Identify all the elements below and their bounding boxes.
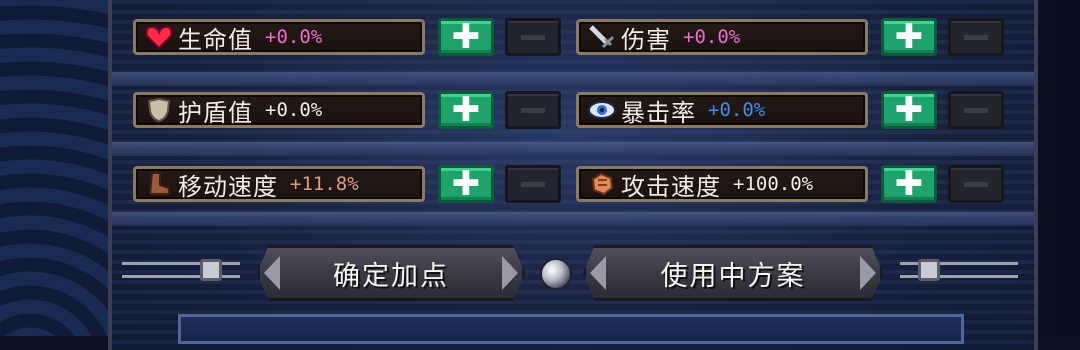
- plus-icon: ✚: [451, 164, 481, 204]
- increase-move-speed-button[interactable]: ✚: [438, 165, 494, 203]
- confirm-points-button[interactable]: 确定加点: [257, 245, 525, 301]
- active-plan-label: 使用中方案: [660, 260, 806, 292]
- sword-icon: [587, 24, 617, 50]
- minus-icon: [964, 181, 988, 187]
- minus-icon: [521, 181, 545, 187]
- decrease-attack-speed-button[interactable]: [948, 165, 1004, 203]
- left-arrow-icon: [264, 256, 280, 290]
- stat-label: 暴击率: [621, 98, 696, 127]
- decrease-move-speed-button[interactable]: [505, 165, 561, 203]
- heart-icon: [144, 24, 174, 50]
- minus-icon: [964, 107, 988, 113]
- background-right: [1032, 0, 1080, 336]
- stat-health: 生命值 +0.0%: [133, 19, 425, 55]
- stat-crit-rate: 暴击率 +0.0%: [576, 92, 868, 128]
- stat-shield: 护盾值 +0.0%: [133, 92, 425, 128]
- minus-icon: [521, 107, 545, 113]
- stat-value: +11.8%: [290, 173, 359, 195]
- eye-icon: [587, 97, 617, 123]
- fist-icon: [587, 171, 617, 197]
- stat-attack-speed: 攻击速度 +100.0%: [576, 166, 868, 202]
- left-ornament: [122, 262, 240, 278]
- plus-icon: ✚: [451, 17, 481, 57]
- boot-icon: [144, 171, 174, 197]
- decrease-shield-button[interactable]: [505, 91, 561, 129]
- footer-bar: [178, 314, 964, 344]
- stat-label: 护盾值: [178, 98, 253, 127]
- increase-shield-button[interactable]: ✚: [438, 91, 494, 129]
- plus-icon: ✚: [894, 164, 924, 204]
- gem-icon: [540, 258, 572, 290]
- confirm-points-label: 确定加点: [333, 260, 449, 292]
- stat-label: 伤害: [621, 25, 671, 54]
- stat-label: 攻击速度: [621, 172, 721, 201]
- decrease-damage-button[interactable]: [948, 18, 1004, 56]
- active-plan-button[interactable]: 使用中方案: [583, 245, 883, 301]
- increase-attack-speed-button[interactable]: ✚: [881, 165, 937, 203]
- plus-icon: ✚: [451, 90, 481, 130]
- left-arrow-icon: [590, 256, 606, 290]
- shield-icon: [144, 97, 174, 123]
- plus-icon: ✚: [894, 17, 924, 57]
- right-arrow-icon: [502, 256, 518, 290]
- increase-damage-button[interactable]: ✚: [881, 18, 937, 56]
- right-arrow-icon: [860, 256, 876, 290]
- row-divider: [112, 212, 1034, 226]
- stat-move-speed: 移动速度 +11.8%: [133, 166, 425, 202]
- decrease-crit-rate-button[interactable]: [948, 91, 1004, 129]
- minus-icon: [521, 34, 545, 40]
- increase-crit-rate-button[interactable]: ✚: [881, 91, 937, 129]
- row-divider: [112, 72, 1034, 86]
- plus-icon: ✚: [894, 90, 924, 130]
- background-left: [0, 0, 108, 336]
- row-divider: [112, 142, 1034, 156]
- ornament-knob: [200, 259, 222, 281]
- stat-value: +0.0%: [265, 99, 323, 121]
- stat-label: 移动速度: [178, 172, 278, 201]
- stat-value: +0.0%: [265, 26, 323, 48]
- ornament-knob: [918, 259, 940, 281]
- stat-value: +100.0%: [733, 173, 814, 195]
- stat-value: +0.0%: [683, 26, 741, 48]
- stat-damage: 伤害 +0.0%: [576, 19, 868, 55]
- increase-health-button[interactable]: ✚: [438, 18, 494, 56]
- stat-value: +0.0%: [708, 99, 766, 121]
- decrease-health-button[interactable]: [505, 18, 561, 56]
- minus-icon: [964, 34, 988, 40]
- stat-label: 生命值: [178, 25, 253, 54]
